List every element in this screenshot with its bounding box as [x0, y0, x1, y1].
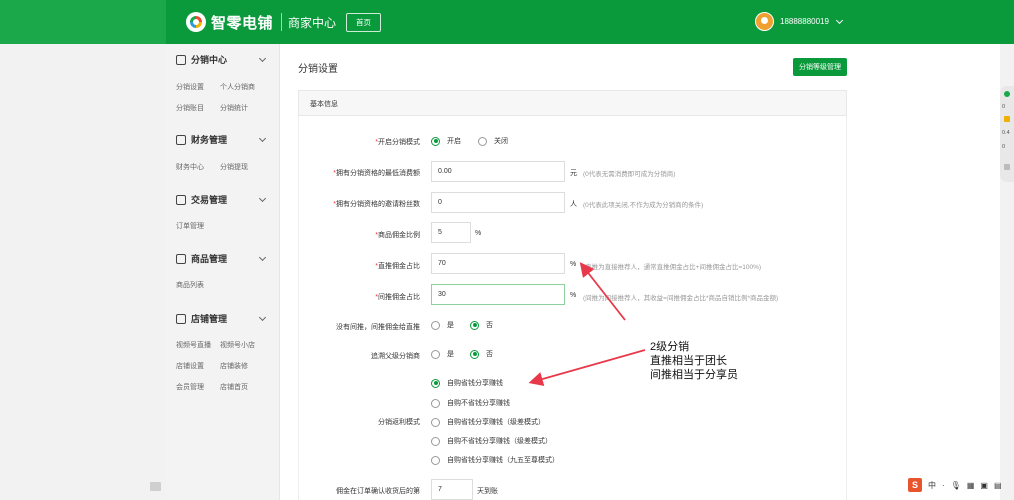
punctuation-icon[interactable]: · [942, 481, 945, 490]
annotation-arrows [528, 262, 646, 386]
annotation-line: 直推相当于团长 [650, 355, 727, 367]
tool-value: 0 [1002, 104, 1006, 110]
ime-logo-icon: S [908, 478, 922, 492]
microphone-icon[interactable]: 🎙 [951, 481, 961, 490]
tool-value: 0 [1002, 144, 1006, 150]
annotation-line: 2级分销 [650, 341, 690, 353]
meter-icon [1004, 116, 1010, 122]
folder-icon[interactable] [150, 482, 161, 491]
ime-toolbar[interactable]: S 中 · 🎙 ▦ ▣ ▤ [908, 478, 1008, 492]
tool-value: 0.4 [1002, 130, 1010, 136]
arrow-to-rebate-mode [528, 349, 646, 386]
arrow-to-direct-ratio [579, 262, 626, 321]
floating-toolbar[interactable]: 0 0.4 0 [1000, 86, 1014, 182]
settings-icon [1004, 164, 1010, 170]
keyboard-icon[interactable]: ▦ [967, 481, 975, 490]
annotation-line: 间推相当于分享员 [650, 369, 738, 381]
status-dot-icon [1004, 91, 1010, 97]
ime-language[interactable]: 中 [928, 480, 936, 491]
annotation-note: 2级分销 直推相当于团长 间推相当于分享员 [650, 340, 738, 382]
skin-icon[interactable]: ▣ [980, 481, 988, 490]
toolbox-icon[interactable]: ▤ [994, 481, 1002, 490]
